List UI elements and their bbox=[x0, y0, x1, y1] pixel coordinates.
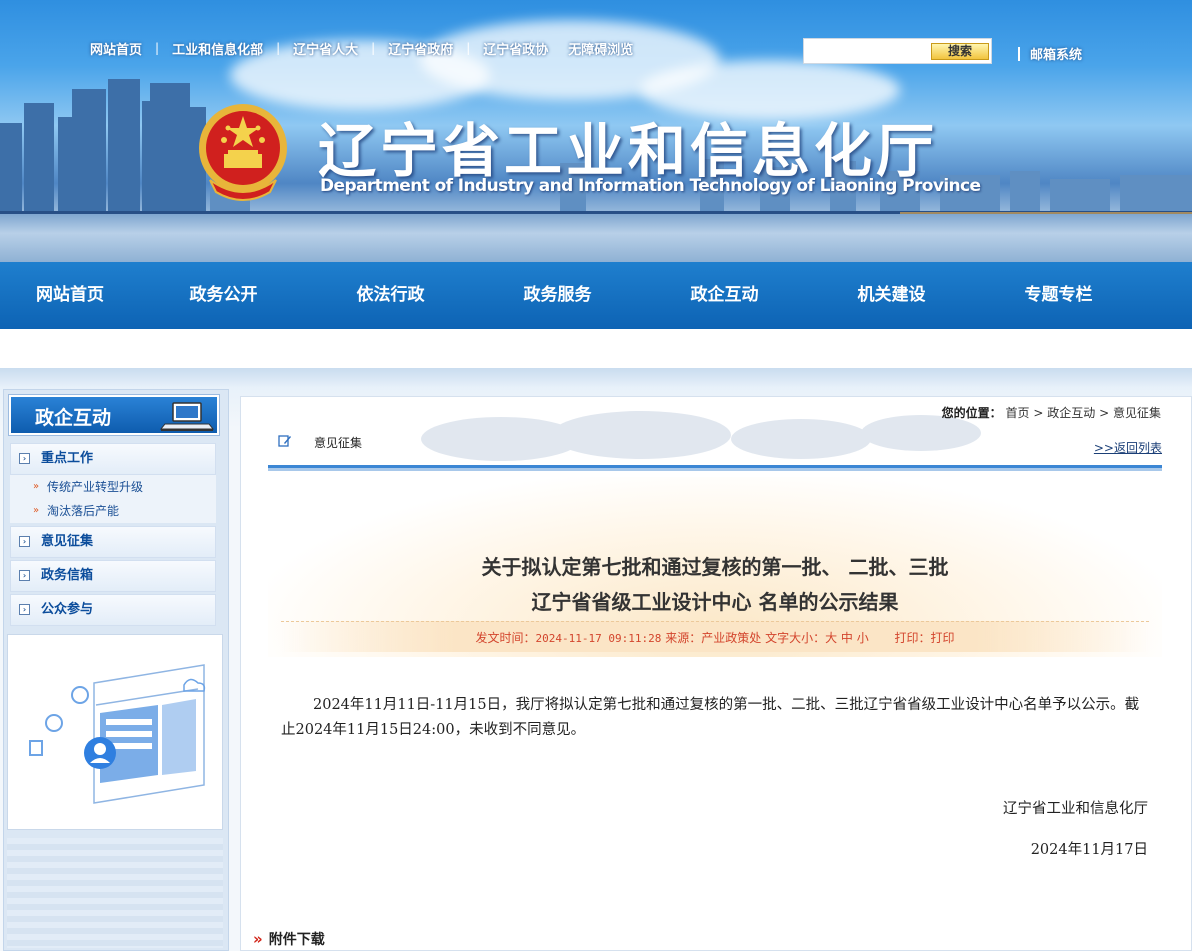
national-emblem-icon bbox=[199, 104, 287, 201]
attachments-label: 附件下载 bbox=[268, 932, 325, 948]
breadcrumb-interaction[interactable]: 政企互动 bbox=[1047, 406, 1095, 420]
separator: | bbox=[155, 41, 160, 55]
nav-item-services[interactable]: 政务服务 bbox=[474, 262, 641, 329]
sidebar-subitem-label: 淘汰落后产能 bbox=[47, 504, 120, 518]
expand-icon: › bbox=[19, 604, 30, 615]
article-title-line-2: 辽宁省省级工业设计中心 名单的公示结果 bbox=[531, 590, 899, 614]
breadcrumb-separator: > bbox=[1033, 406, 1044, 420]
divider bbox=[268, 465, 1162, 471]
print-label: 打印： bbox=[894, 631, 931, 645]
source: 产业政策处 bbox=[701, 631, 762, 645]
expand-icon: › bbox=[19, 570, 30, 581]
article-signature: 辽宁省工业和信息化厅 bbox=[1003, 801, 1148, 817]
top-link-cppcc[interactable]: 辽宁省政协 bbox=[483, 39, 548, 58]
font-size-large[interactable]: 大 bbox=[825, 631, 837, 645]
laptop-icon bbox=[159, 402, 215, 431]
article-title-line-1: 关于拟认定第七批和通过复核的第一批、 二批、三批 bbox=[481, 555, 949, 579]
expand-icon: › bbox=[19, 536, 30, 547]
nav-item-organization[interactable]: 机关建设 bbox=[808, 262, 975, 329]
nav-item-public-affairs[interactable]: 政务公开 bbox=[140, 262, 307, 329]
mail-system-link[interactable]: 邮箱系统 bbox=[1018, 44, 1082, 63]
arrow-icon: » bbox=[33, 505, 40, 516]
top-link-miit[interactable]: 工业和信息化部 bbox=[172, 39, 263, 58]
article-meta: 发文时间：2024-11-17 09:11:28 来源：产业政策处 文字大小：大… bbox=[281, 621, 1149, 652]
top-link-government[interactable]: 辽宁省政府 bbox=[388, 39, 453, 58]
sidebar-item-label: 政务信箱 bbox=[41, 568, 94, 583]
breadcrumb-label: 您的位置： bbox=[941, 406, 1002, 420]
nav-item-law[interactable]: 依法行政 bbox=[307, 262, 474, 329]
sidebar-item-mailbox[interactable]: › 政务信箱 bbox=[10, 560, 216, 592]
main-nav: 网站首页 政务公开 依法行政 政务服务 政企互动 机关建设 专题专栏 bbox=[0, 262, 1192, 329]
top-links: 网站首页 | 工业和信息化部 | 辽宁省人大 | 辽宁省政府 | 辽宁省政协 无… bbox=[90, 38, 633, 58]
top-link-npc[interactable]: 辽宁省人大 bbox=[293, 39, 358, 58]
separator: | bbox=[466, 41, 471, 55]
font-size-small[interactable]: 小 bbox=[857, 631, 869, 645]
back-to-list-link[interactable]: >>返回列表 bbox=[1094, 439, 1162, 456]
sidebar-item-label: 公众参与 bbox=[41, 602, 94, 617]
separator bbox=[1018, 47, 1020, 61]
search-box: 搜索 bbox=[803, 38, 992, 64]
sidebar-item-key-work[interactable]: › 重点工作 bbox=[10, 443, 216, 475]
online-service-illustration bbox=[29, 664, 206, 804]
site-title-en: Department of Industry and Information T… bbox=[320, 176, 981, 196]
double-arrow-icon: » bbox=[253, 930, 263, 948]
sidebar-decoration bbox=[7, 838, 223, 948]
arrow-icon: » bbox=[33, 481, 40, 492]
attachments-heading: » 附件下载 bbox=[253, 929, 325, 949]
sidebar-header: 政企互动 bbox=[9, 395, 219, 435]
section-header: 意见征集 >>返回列表 bbox=[268, 427, 1162, 467]
expand-icon: › bbox=[19, 453, 30, 464]
article-body: 2024年11月11日-11月15日，我厅将拟认定第七批和通过复核的第一批、二批… bbox=[281, 697, 1140, 738]
breadcrumb-separator: > bbox=[1099, 406, 1110, 420]
sidebar-subitem-industry-upgrade[interactable]: » 传统产业转型升级 bbox=[10, 475, 216, 499]
breadcrumb-current[interactable]: 意见征集 bbox=[1113, 406, 1161, 420]
breadcrumb-home[interactable]: 首页 bbox=[1006, 406, 1030, 420]
nav-item-home[interactable]: 网站首页 bbox=[0, 262, 140, 329]
font-size-medium[interactable]: 中 bbox=[841, 631, 853, 645]
font-size-label: 文字大小： bbox=[765, 631, 826, 645]
top-link-accessibility[interactable]: 无障碍浏览 bbox=[568, 39, 633, 58]
publish-time: 2024-11-17 09:11:28 bbox=[535, 632, 662, 645]
edit-icon bbox=[278, 435, 291, 447]
mail-system-label: 邮箱系统 bbox=[1030, 48, 1083, 63]
sidebar-item-label: 重点工作 bbox=[41, 451, 94, 466]
site-banner: 网站首页 | 工业和信息化部 | 辽宁省人大 | 辽宁省政府 | 辽宁省政协 无… bbox=[0, 0, 1192, 262]
sidebar-item-public-participation[interactable]: › 公众参与 bbox=[10, 594, 216, 626]
top-link-home[interactable]: 网站首页 bbox=[90, 39, 142, 58]
nav-item-topics[interactable]: 专题专栏 bbox=[975, 262, 1142, 329]
print-button[interactable]: 打印 bbox=[930, 631, 954, 645]
search-button[interactable]: 搜索 bbox=[931, 43, 989, 60]
separator: | bbox=[371, 41, 376, 55]
section-title: 意见征集 bbox=[314, 436, 363, 450]
river bbox=[0, 214, 1192, 262]
nav-item-interaction[interactable]: 政企互动 bbox=[641, 262, 808, 329]
search-input[interactable] bbox=[808, 42, 930, 62]
sidebar-item-label: 意见征集 bbox=[41, 534, 94, 549]
article-meta-text: 发文时间：2024-11-17 09:11:28 来源：产业政策处 文字大小：大… bbox=[281, 629, 1149, 646]
breadcrumb: 您的位置： 首页 > 政企互动 > 意见征集 bbox=[942, 404, 1161, 421]
sidebar-illustration bbox=[7, 634, 223, 830]
sidebar-item-opinion-collection[interactable]: › 意见征集 bbox=[10, 526, 216, 558]
sidebar-subitem-label: 传统产业转型升级 bbox=[47, 480, 144, 494]
sidebar-subitem-eliminate-capacity[interactable]: » 淘汰落后产能 bbox=[10, 499, 216, 523]
article-date: 2024年11月17日 bbox=[1030, 842, 1148, 858]
publish-time-label: 发文时间： bbox=[475, 631, 536, 645]
main-content: 您的位置： 首页 > 政企互动 > 意见征集 意见征集 >>返回列表 关于拟认定… bbox=[240, 396, 1192, 951]
separator: | bbox=[276, 41, 281, 55]
sidebar: 政企互动 › 重点工作 » 传统产业转型升级 » 淘汰落后产能 › 意见征集 ›… bbox=[3, 389, 229, 951]
source-label: 来源： bbox=[665, 631, 702, 645]
sidebar-title: 政企互动 bbox=[35, 407, 112, 429]
